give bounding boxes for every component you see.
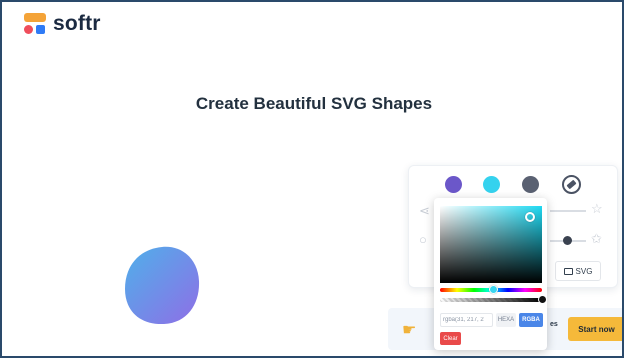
start-now-button[interactable]: Start now: [568, 317, 622, 341]
circle-icon: ○: [419, 232, 427, 247]
hexa-format-button[interactable]: HEXA: [496, 313, 516, 327]
softr-logo-icon: [24, 13, 46, 35]
brand-name: softr: [53, 12, 101, 35]
page-title: Create Beautiful SVG Shapes: [195, 94, 433, 113]
cta-text-partial: es: [550, 321, 558, 328]
burst-outline-icon: ✩: [591, 231, 602, 246]
svg-file-icon: [563, 267, 573, 275]
contrast-slider-knob[interactable]: [563, 236, 572, 245]
opacity-slider[interactable]: [440, 298, 542, 302]
rgba-format-button[interactable]: RGBA: [519, 313, 543, 327]
pointing-hand-icon: ☛: [402, 322, 417, 339]
swatch-purple[interactable]: [445, 176, 462, 193]
eraser-icon[interactable]: [562, 175, 581, 194]
opacity-slider-knob[interactable]: [538, 295, 547, 304]
saturation-cursor[interactable]: [525, 212, 535, 222]
color-value-input[interactable]: [440, 313, 493, 327]
hue-slider-knob[interactable]: [489, 285, 498, 294]
star-outline-icon: ☆: [591, 201, 603, 216]
softr-logo[interactable]: softr: [24, 12, 101, 36]
svg-button-label: SVG: [575, 266, 593, 276]
page-frame: softr Create Beautiful SVG Shapes ⋖ ○ ☆ …: [0, 0, 624, 358]
clear-color-button[interactable]: Clear: [440, 332, 461, 345]
download-svg-button[interactable]: SVG: [555, 261, 601, 281]
swatch-cyan[interactable]: [483, 176, 500, 193]
svg-shape-preview: [125, 246, 200, 325]
swatch-gray[interactable]: [522, 176, 539, 193]
complexity-slider[interactable]: [550, 210, 586, 212]
share-icon: ⋖: [419, 203, 430, 218]
